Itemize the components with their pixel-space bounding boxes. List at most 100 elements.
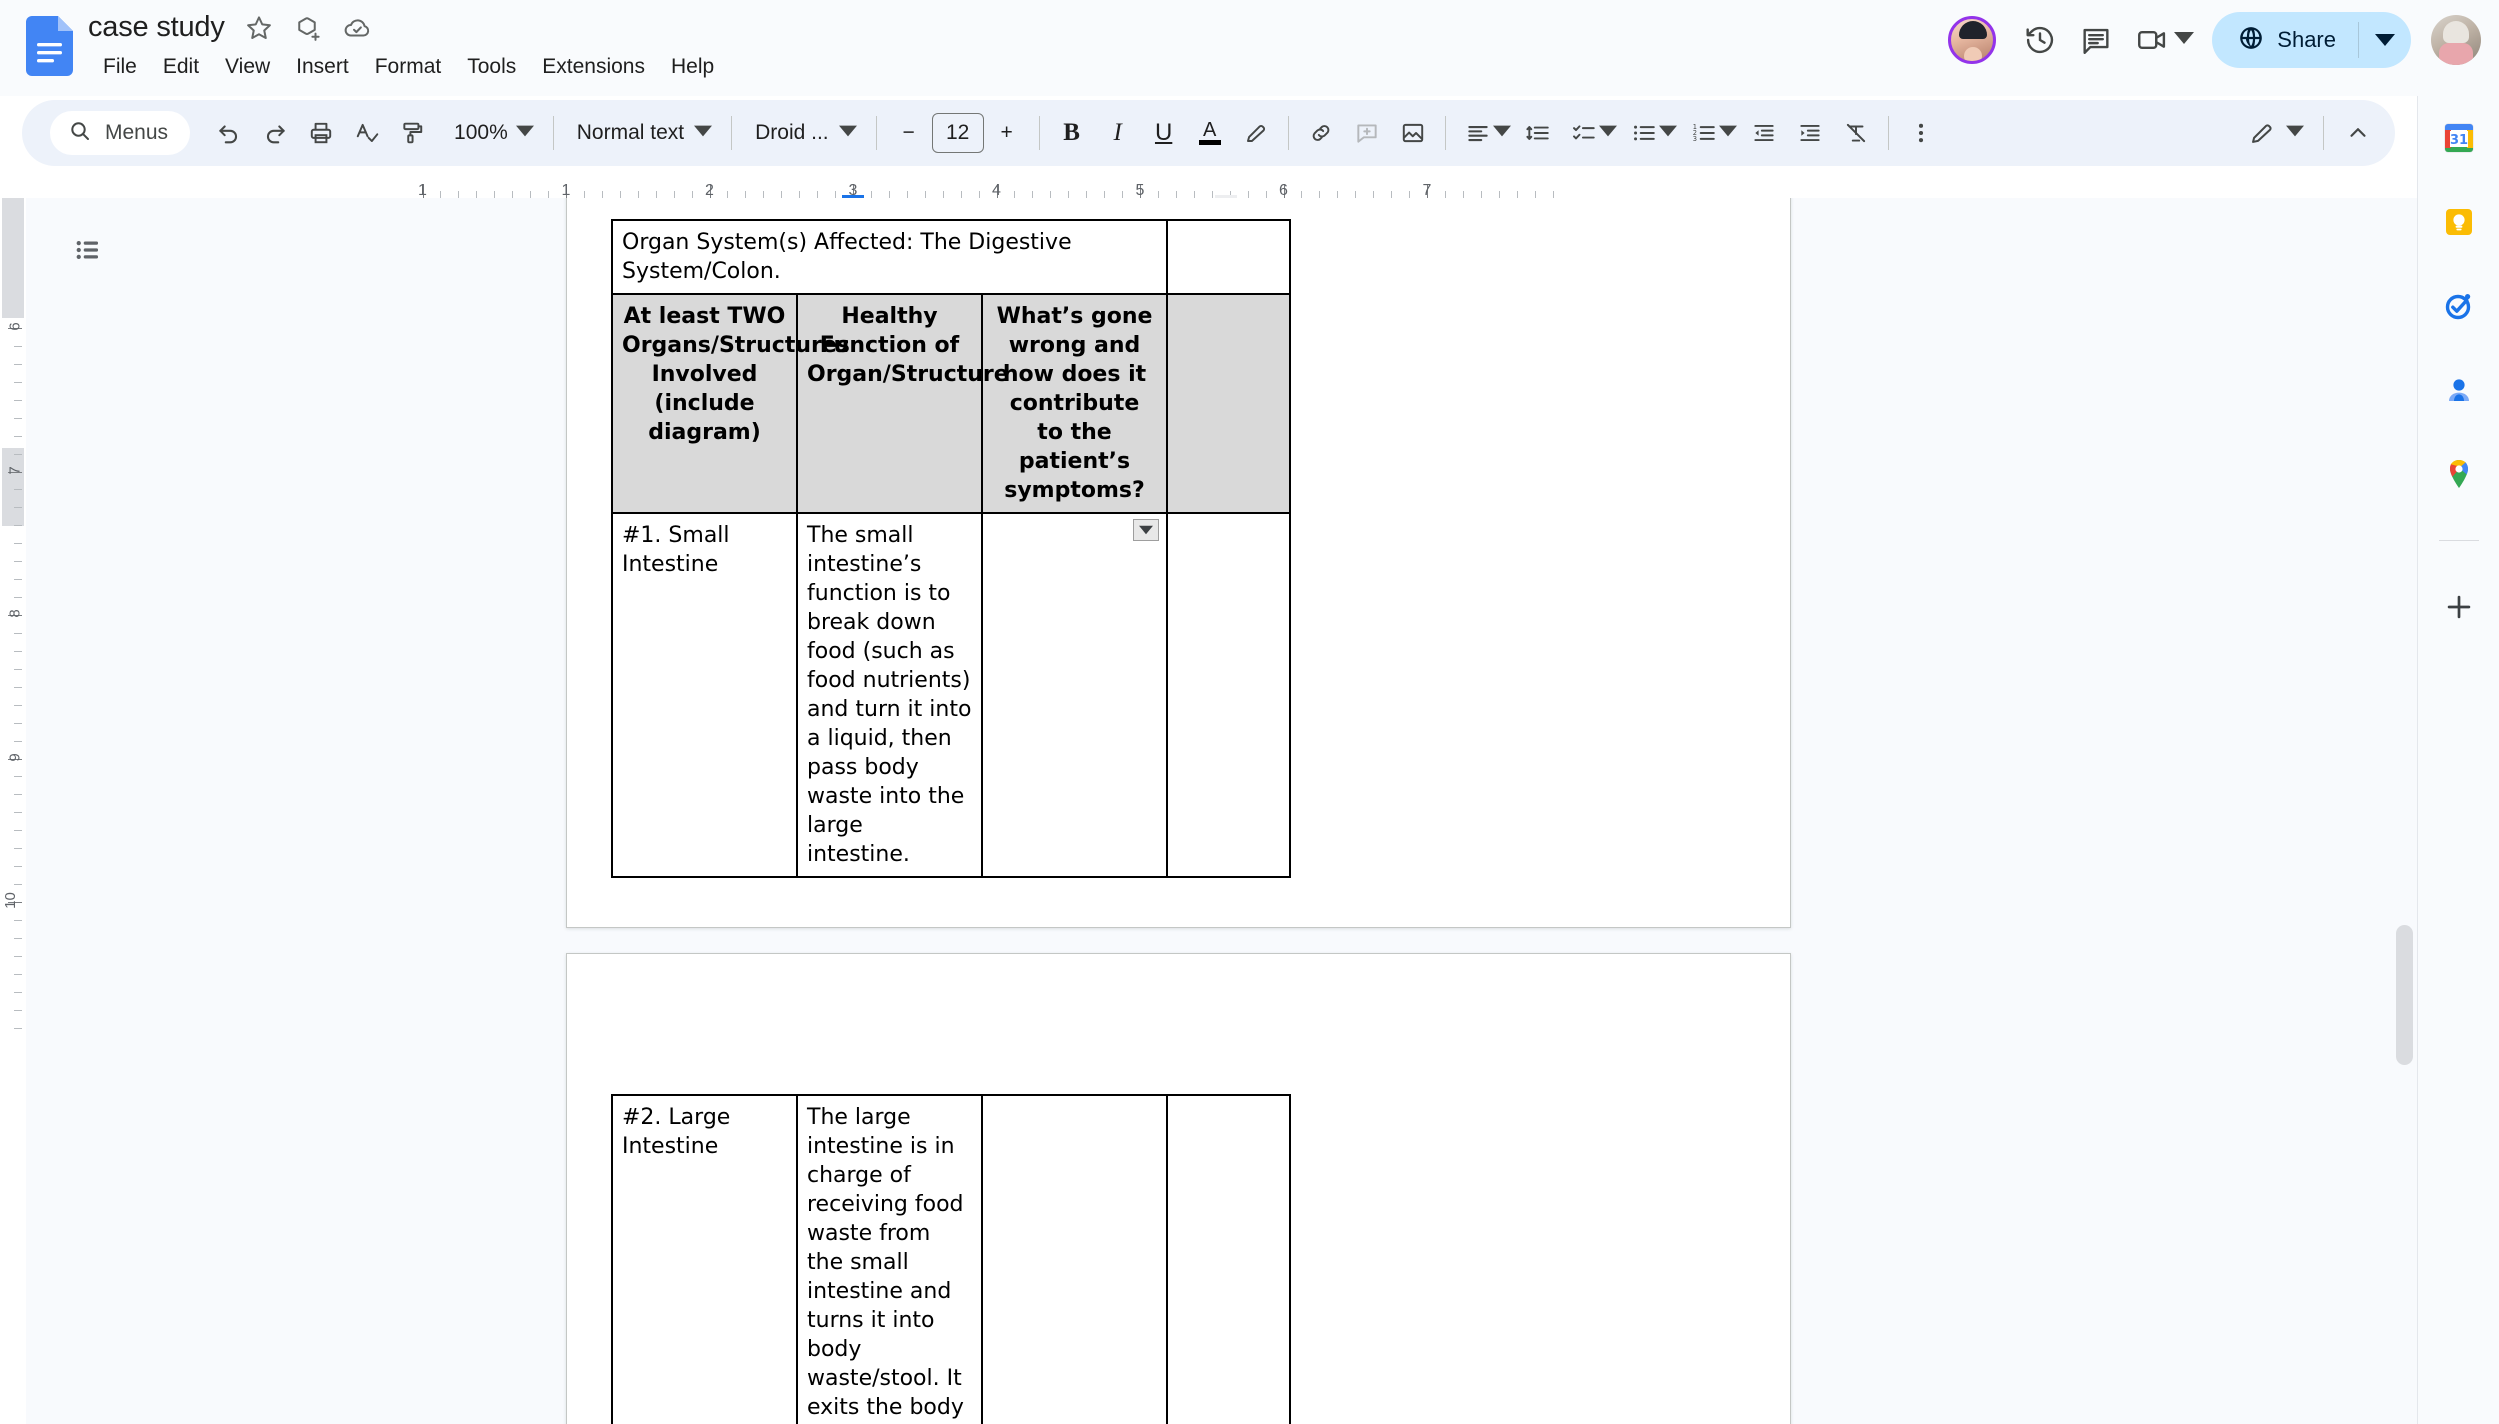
add-comment-icon[interactable] bbox=[1344, 110, 1390, 156]
page-title[interactable]: case study bbox=[88, 11, 225, 44]
vertical-ruler[interactable]: 6 7 8 9 10 bbox=[0, 198, 26, 1424]
header-cell-extra[interactable] bbox=[1166, 293, 1291, 514]
move-to-folder-icon[interactable] bbox=[293, 13, 323, 43]
toolbar-divider bbox=[1287, 116, 1289, 150]
search-input[interactable]: Menus bbox=[50, 111, 191, 155]
italic-button[interactable]: I bbox=[1095, 110, 1141, 156]
cell-whats-wrong-2[interactable] bbox=[981, 1094, 1168, 1424]
checklist-caret-icon[interactable] bbox=[1598, 122, 1617, 145]
ruler-minor-tick bbox=[1480, 191, 1482, 198]
add-addon-icon[interactable] bbox=[2435, 583, 2483, 631]
cell-organ-2[interactable]: #2. Large Intestine bbox=[611, 1094, 798, 1424]
align-caret-icon[interactable] bbox=[1492, 122, 1511, 145]
account-avatar[interactable] bbox=[2431, 15, 2481, 65]
zoom-selector[interactable]: 100% bbox=[440, 110, 544, 156]
numbered-list-caret-icon[interactable] bbox=[1718, 122, 1737, 145]
text-color-label: A bbox=[1202, 119, 1217, 141]
menu-extensions[interactable]: Extensions bbox=[529, 52, 658, 82]
horizontal-ruler-track[interactable]: 11234567 bbox=[0, 182, 2400, 212]
menu-edit[interactable]: Edit bbox=[150, 52, 212, 82]
clear-formatting-icon[interactable] bbox=[1833, 110, 1879, 156]
horizontal-ruler[interactable]: 11234567 bbox=[0, 170, 2499, 212]
vruler-minor-tick bbox=[14, 668, 22, 670]
title-bar: case study File Edit View Insert Format … bbox=[0, 0, 2499, 96]
ruler-minor-tick bbox=[1265, 191, 1267, 198]
header-cell-healthy-function[interactable]: Healthy Function of Organ/Structure bbox=[796, 293, 1009, 514]
cell-function-2[interactable]: The large intestine is in charge of rece… bbox=[796, 1094, 983, 1424]
underline-label: U bbox=[1154, 119, 1173, 146]
cell-dropdown-icon[interactable] bbox=[1133, 519, 1159, 541]
google-docs-icon[interactable] bbox=[26, 16, 73, 76]
collaborator-avatar[interactable] bbox=[1948, 16, 1997, 64]
line-spacing-icon[interactable] bbox=[1515, 110, 1561, 156]
comments-icon[interactable] bbox=[2068, 12, 2124, 68]
hide-toolbar-icon[interactable] bbox=[2335, 110, 2381, 156]
menu-help[interactable]: Help bbox=[658, 52, 727, 82]
menu-tools[interactable]: Tools bbox=[454, 52, 529, 82]
meet-camera-icon[interactable] bbox=[2124, 12, 2180, 68]
document-outline-icon[interactable] bbox=[62, 224, 114, 276]
rail-divider bbox=[2438, 540, 2479, 541]
google-keep-icon[interactable] bbox=[2435, 198, 2483, 246]
undo-icon[interactable] bbox=[206, 110, 252, 156]
cell-function-1[interactable]: The small intestine’s function is to bre… bbox=[796, 512, 983, 878]
vertical-scrollbar-track[interactable] bbox=[2391, 198, 2417, 1424]
text-color-button[interactable]: A bbox=[1187, 110, 1233, 156]
underline-button[interactable]: U bbox=[1141, 110, 1187, 156]
google-meet-icon[interactable] bbox=[2124, 12, 2200, 68]
print-icon[interactable] bbox=[298, 110, 344, 156]
decrease-font-size-button[interactable]: − bbox=[886, 110, 932, 156]
menu-format[interactable]: Format bbox=[362, 52, 455, 82]
document-page-2: #2. Large Intestine The large intestine … bbox=[566, 953, 1791, 1424]
font-size-input[interactable]: 12 bbox=[931, 113, 984, 153]
header-cell-whats-wrong[interactable]: What’s gone wrong and how does it contri… bbox=[981, 293, 1168, 514]
google-tasks-icon[interactable] bbox=[2435, 282, 2483, 330]
pencil-edit-icon[interactable] bbox=[2238, 110, 2284, 156]
ruler-minor-tick bbox=[1104, 191, 1106, 198]
paint-format-icon[interactable] bbox=[390, 110, 436, 156]
insert-image-icon[interactable] bbox=[1390, 110, 1436, 156]
ruler-minor-tick bbox=[512, 191, 514, 198]
spellcheck-icon[interactable] bbox=[344, 110, 390, 156]
google-calendar-icon[interactable]: 31 bbox=[2435, 114, 2483, 162]
increase-indent-icon[interactable] bbox=[1787, 110, 1833, 156]
vertical-scrollbar-thumb[interactable] bbox=[2396, 925, 2413, 1065]
organ-system-cell[interactable]: Organ System(s) Affected: The Digestive … bbox=[611, 219, 1168, 295]
share-button[interactable]: Share bbox=[2212, 12, 2411, 68]
share-main[interactable]: Share bbox=[2212, 12, 2358, 68]
paragraph-style-selector[interactable]: Normal text bbox=[563, 110, 722, 156]
insert-link-icon[interactable] bbox=[1298, 110, 1344, 156]
header-cell-organs[interactable]: At least TWO Organs/Structures Involved … bbox=[611, 293, 850, 514]
vruler-minor-tick bbox=[14, 345, 22, 347]
ruler-minor-tick bbox=[978, 191, 980, 198]
cloud-saved-icon[interactable] bbox=[342, 13, 372, 43]
more-options-icon[interactable] bbox=[1898, 110, 1944, 156]
cell-organ-1[interactable]: #1. Small Intestine bbox=[611, 512, 798, 878]
decrease-indent-icon[interactable] bbox=[1741, 110, 1787, 156]
edit-mode-caret-icon[interactable] bbox=[2286, 122, 2304, 145]
ruler-minor-tick bbox=[1552, 191, 1554, 198]
menu-view[interactable]: View bbox=[212, 52, 283, 82]
organ-system-spacer-cell[interactable] bbox=[1166, 219, 1291, 295]
bulleted-list-caret-icon[interactable] bbox=[1658, 122, 1677, 145]
top-margin-zone[interactable] bbox=[2, 198, 24, 318]
meet-caret-icon[interactable] bbox=[2174, 28, 2195, 53]
redo-icon[interactable] bbox=[252, 110, 298, 156]
google-contacts-icon[interactable] bbox=[2435, 366, 2483, 414]
increase-font-size-button[interactable]: + bbox=[984, 110, 1030, 156]
highlight-pen-icon[interactable] bbox=[1233, 110, 1279, 156]
menu-file[interactable]: File bbox=[90, 52, 150, 82]
google-maps-icon[interactable] bbox=[2435, 450, 2483, 498]
italic-label: I bbox=[1113, 119, 1122, 146]
star-icon[interactable] bbox=[244, 13, 274, 43]
cell-extra-2[interactable] bbox=[1166, 1094, 1291, 1424]
version-history-icon[interactable] bbox=[2012, 12, 2068, 68]
cell-extra-1[interactable] bbox=[1166, 512, 1291, 878]
ruler-minor-tick bbox=[476, 191, 478, 198]
menu-insert[interactable]: Insert bbox=[283, 52, 362, 82]
bold-button[interactable]: B bbox=[1049, 110, 1095, 156]
page-break-margin-zone[interactable] bbox=[2, 448, 24, 526]
cell-whats-wrong-1[interactable] bbox=[981, 512, 1168, 878]
chevron-down-icon[interactable] bbox=[2359, 12, 2411, 68]
font-family-selector[interactable]: Droid ... bbox=[741, 110, 867, 156]
